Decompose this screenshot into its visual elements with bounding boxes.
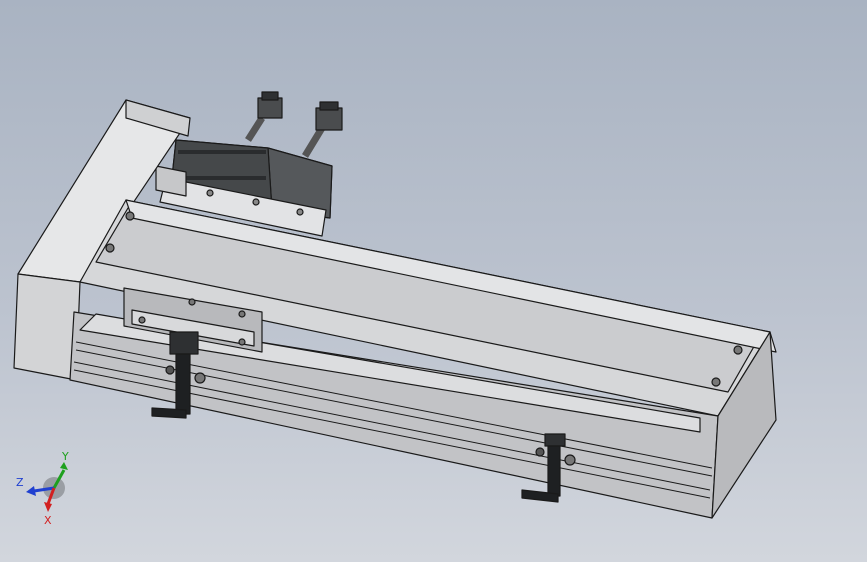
y-axis-label: Y	[61, 450, 69, 463]
cable-connector	[245, 91, 283, 142]
z-axis-label: Z	[16, 476, 24, 489]
orientation-triad: Y Z X	[16, 450, 69, 527]
3d-viewport[interactable]: Y Z X	[0, 0, 867, 562]
linear-actuator-model[interactable]	[0, 0, 867, 562]
x-axis-label: X	[44, 514, 52, 527]
cable-connector	[302, 101, 343, 158]
